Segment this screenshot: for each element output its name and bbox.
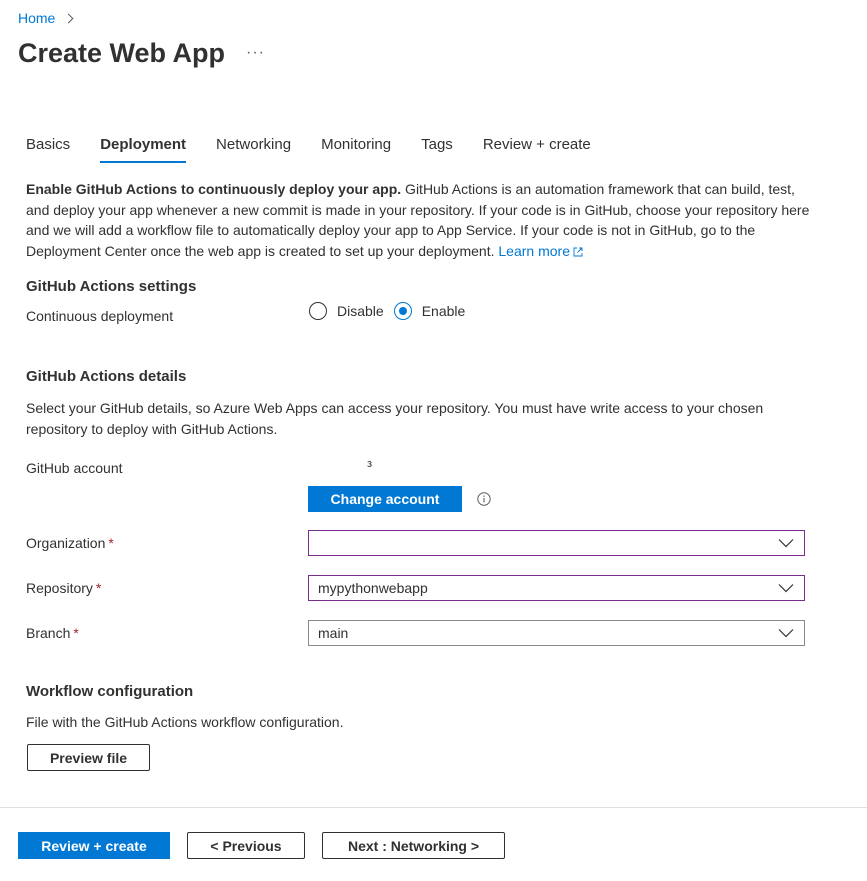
chevron-down-icon	[778, 584, 794, 593]
tab-tags[interactable]: Tags	[421, 136, 453, 163]
required-mark: *	[108, 535, 114, 551]
learn-more-label: Learn more	[498, 242, 570, 259]
required-mark: *	[95, 580, 102, 596]
chevron-down-icon	[778, 539, 794, 548]
info-icon[interactable]	[477, 492, 491, 506]
branch-value: main	[318, 625, 349, 641]
radio-disable-label: Disable	[337, 303, 384, 319]
tab-review-create[interactable]: Review + create	[483, 136, 591, 163]
radio-disable-circle	[309, 302, 327, 320]
settings-heading: GitHub Actions settings	[26, 278, 197, 295]
organization-label-text: Organization	[26, 535, 106, 551]
more-options-icon[interactable]: ···	[246, 44, 265, 62]
external-link-icon	[573, 247, 583, 256]
github-account-label: GitHub account	[26, 460, 123, 476]
repository-value: mypythonwebapp	[318, 580, 428, 596]
radio-enable-label: Enable	[421, 303, 466, 319]
branch-label-text: Branch	[26, 625, 71, 641]
required-mark: *	[73, 625, 79, 641]
repository-label-text: Repository	[26, 580, 93, 596]
change-account-button[interactable]: Change account	[308, 486, 462, 512]
page-title: Create Web App	[18, 38, 226, 68]
branch-label: Branch *	[26, 625, 79, 641]
workflow-description: File with the GitHub Actions workflow co…	[26, 714, 344, 730]
tab-bar: Basics Deployment Networking Monitoring …	[26, 136, 621, 163]
details-heading: GitHub Actions details	[26, 368, 187, 385]
radio-enable-circle	[393, 302, 412, 320]
workflow-heading: Workflow configuration	[26, 683, 194, 700]
tab-basics[interactable]: Basics	[26, 136, 70, 163]
footer-divider	[0, 807, 867, 808]
organization-label: Organization *	[26, 535, 114, 551]
learn-more-link[interactable]: Learn more	[498, 243, 583, 259]
radio-disable[interactable]: Disable	[309, 302, 384, 320]
chevron-right-icon	[63, 13, 74, 24]
review-create-button[interactable]: Review + create	[18, 832, 170, 859]
details-description: Select your GitHub details, so Azure Web…	[26, 400, 764, 437]
next-networking-button[interactable]: Next : Networking >	[322, 832, 505, 859]
intro-bold: Enable GitHub Actions to continuously de…	[26, 181, 402, 197]
breadcrumb-home-link[interactable]: Home	[18, 10, 55, 26]
tab-networking[interactable]: Networking	[216, 136, 291, 163]
breadcrumb: Home	[18, 10, 74, 26]
previous-button[interactable]: < Previous	[187, 832, 305, 859]
intro-text: Enable GitHub Actions to continuously de…	[26, 179, 816, 261]
tab-monitoring[interactable]: Monitoring	[321, 136, 391, 163]
continuous-deployment-radio-group: Disable Enable	[309, 302, 475, 320]
preview-file-button[interactable]: Preview file	[27, 744, 150, 771]
repository-label: Repository *	[26, 580, 101, 596]
tab-deployment[interactable]: Deployment	[100, 136, 186, 163]
chevron-down-icon	[778, 629, 794, 638]
github-account-value: з	[367, 458, 373, 470]
radio-enable[interactable]: Enable	[393, 302, 466, 320]
organization-dropdown[interactable]	[308, 530, 805, 556]
continuous-deployment-label: Continuous deployment	[26, 308, 174, 324]
branch-dropdown[interactable]: main	[308, 620, 805, 646]
repository-dropdown[interactable]: mypythonwebapp	[308, 575, 805, 601]
